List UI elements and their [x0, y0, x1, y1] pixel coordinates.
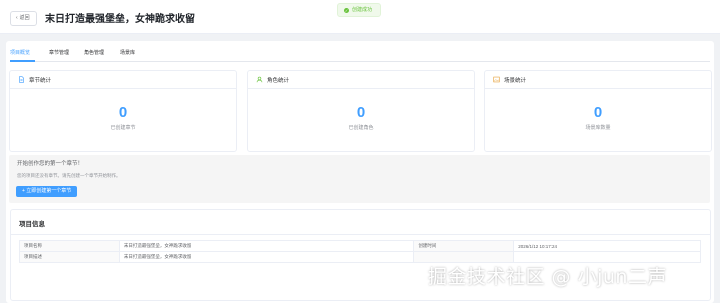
watermark: 掘金技术社区 @ 小jun二声 — [428, 266, 667, 288]
stat-card-chapters: 章节统计 0 已创建章节 — [9, 70, 237, 152]
stat-card-title: 章节统计 — [29, 77, 52, 84]
info-label: 创建时间 — [413, 240, 515, 252]
info-value: 2026/1/12 10:17:24 — [513, 240, 701, 252]
table-row: 项目名称 末日打造最强堡垒，女神跪求收留 创建时间 2026/1/12 10:1… — [19, 240, 701, 252]
info-value: 末日打造最强堡垒，女神跪求收留 — [118, 251, 415, 263]
success-toast: ✓ 创建成功 — [337, 3, 382, 17]
stat-card-characters: 角色统计 0 已创建角色 — [247, 70, 475, 152]
info-label: 项目名称 — [19, 240, 120, 252]
stat-label: 场景库数量 — [585, 125, 611, 131]
back-button[interactable]: ‹ 返回 — [10, 11, 37, 26]
tab-bar: 项目概览 章节管理 角色管理 场景库 — [10, 47, 710, 62]
stat-label: 已创建章节 — [110, 125, 136, 131]
back-button-label: 返回 — [19, 15, 30, 21]
document-icon — [19, 76, 24, 83]
chevron-left-icon: ‹ — [16, 15, 18, 21]
divider — [11, 234, 710, 235]
check-circle-icon: ✓ — [344, 7, 349, 13]
image-icon — [493, 76, 500, 83]
create-first-chapter-button[interactable]: + 立即创建第一个章节 — [16, 186, 78, 197]
info-label: 项目描述 — [19, 251, 120, 263]
info-value — [513, 251, 701, 263]
tab-scenes[interactable]: 场景库 — [120, 49, 135, 56]
project-info-table: 项目名称 末日打造最强堡垒，女神跪求收留 创建时间 2026/1/12 10:1… — [19, 240, 701, 263]
stat-card-title: 场景统计 — [504, 77, 527, 84]
page-title: 末日打造最强堡垒，女神跪求收留 — [45, 14, 195, 25]
empty-chapters-notice: 开始创作您的第一个章节！ 您的项目还没有章节。请先创建一个章节开始制作。 + 立… — [9, 155, 710, 203]
tab-characters[interactable]: 角色管理 — [84, 49, 104, 56]
tab-chapters[interactable]: 章节管理 — [49, 49, 69, 56]
table-row: 项目描述 末日打造最强堡垒，女神跪求收留 — [19, 251, 701, 263]
stat-value: 0 — [356, 104, 366, 121]
tab-overview[interactable]: 项目概览 — [10, 49, 30, 56]
active-tab-indicator — [10, 60, 35, 62]
stat-value: 0 — [118, 104, 128, 121]
empty-title: 开始创作您的第一个章节！ — [17, 161, 84, 167]
stat-label: 已创建角色 — [348, 125, 374, 131]
user-icon — [256, 76, 263, 83]
project-info-title: 项目信息 — [19, 221, 45, 228]
stat-card-title: 角色统计 — [267, 77, 290, 84]
empty-description: 您的项目还没有章节。请先创建一个章节开始制作。 — [17, 173, 121, 178]
toast-text: 创建成功 — [352, 7, 373, 13]
info-label — [413, 251, 515, 263]
info-value: 末日打造最强堡垒，女神跪求收留 — [118, 240, 415, 252]
stat-value: 0 — [593, 104, 603, 121]
stat-card-scenes: 场景统计 0 场景库数量 — [484, 70, 712, 152]
